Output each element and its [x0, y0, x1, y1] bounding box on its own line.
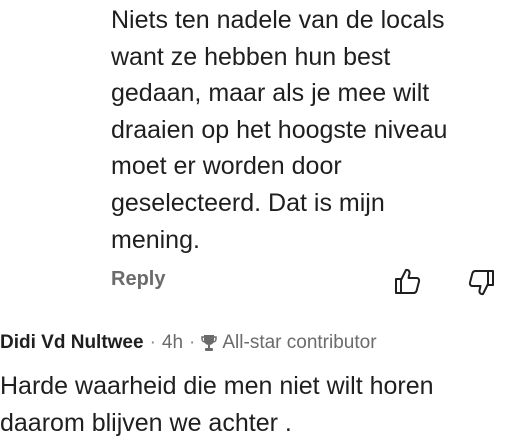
reply-line: Niets ten nadele van de locals [111, 6, 445, 34]
separator: · [149, 332, 156, 353]
like-button[interactable] [392, 266, 422, 296]
reply-button[interactable]: Reply [111, 268, 165, 291]
trophy-icon [201, 335, 218, 351]
reply-actions: Reply [111, 262, 506, 298]
reply-line: want ze hebben hun best [111, 42, 391, 71]
reply-line: mening. [111, 225, 200, 254]
timestamp: 4h [161, 332, 184, 353]
comment-line: Harde waarheid die men niet wilt horen [0, 372, 434, 400]
reply-body: Niets ten nadele van de locals want ze h… [111, 2, 506, 258]
comment-body: Harde waarheid die men niet wilt horen d… [0, 368, 510, 441]
reply-line: draaien op het hoogste niveau [111, 115, 448, 144]
reply-line: gedaan, maar als je mee wilt [111, 79, 430, 108]
thumbs-down-icon [468, 270, 494, 296]
contributor-badge: All-star contributor [222, 332, 377, 353]
author-name[interactable]: Didi Vd Nultwee [0, 332, 144, 354]
dislike-button[interactable] [467, 268, 497, 298]
reply-line: geselecteerd. Dat is mijn [111, 188, 385, 217]
comment-line: daarom blijven we achter . [0, 408, 292, 437]
comment-header: Didi Vd Nultwee · 4h · All-star contribu… [0, 330, 377, 356]
thumbs-up-icon [395, 268, 421, 294]
reply-line: moet er worden door [111, 152, 342, 181]
separator: · [189, 332, 196, 353]
